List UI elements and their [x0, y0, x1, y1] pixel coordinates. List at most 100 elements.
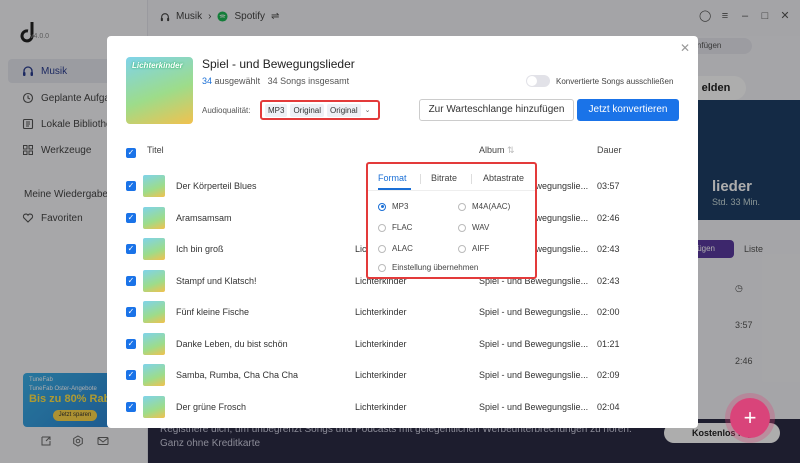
- song-count: 34 ausgewählt 34 Songs insgesamt: [202, 76, 349, 86]
- add-to-queue-button[interactable]: Zur Warteschlange hinzufügen: [419, 99, 574, 121]
- chevron-down-icon: ⌄: [364, 107, 371, 114]
- tab-divider: [420, 174, 421, 184]
- track-thumbnail: [143, 206, 165, 229]
- column-album[interactable]: Album ⇅: [479, 145, 515, 156]
- format-radio[interactable]: [458, 202, 466, 211]
- total-songs: 34 Songs insgesamt: [267, 76, 350, 86]
- format-option[interactable]: MP3: [378, 202, 408, 211]
- track-duration: 02:04: [597, 401, 620, 412]
- format-option[interactable]: WAV: [458, 223, 489, 232]
- column-title[interactable]: Titel: [147, 145, 164, 155]
- exclude-converted-toggle[interactable]: [526, 75, 550, 87]
- track-artist: Lichterkinder: [355, 307, 407, 317]
- exclude-converted-label: Konvertierte Songs ausschließen: [556, 76, 674, 86]
- audio-quality-selector[interactable]: MP3 Original Original ⌄: [260, 100, 380, 120]
- row-checkbox[interactable]: ✓: [126, 401, 136, 412]
- audio-quality-label: Audioqualität:: [202, 106, 251, 115]
- apply-all-label: Einstellung übernehmen: [392, 263, 479, 272]
- track-artist: Lichterkinder: [355, 338, 407, 349]
- selected-count: 34: [202, 76, 213, 86]
- track-thumbnail: [143, 395, 165, 418]
- row-checkbox[interactable]: ✓: [126, 338, 136, 349]
- format-value: MP3: [265, 103, 288, 117]
- sort-icon: ⇅: [507, 145, 515, 155]
- format-radio[interactable]: [458, 223, 466, 232]
- album-cover: Lichterkinder: [126, 57, 193, 124]
- close-icon[interactable]: ✕: [680, 41, 690, 55]
- track-duration: 01:21: [597, 338, 620, 349]
- apply-all-radio[interactable]: [378, 263, 386, 272]
- format-option[interactable]: AIFF: [458, 244, 489, 253]
- table-row[interactable]: ✓ Fünf kleine Fische Lichterkinder Spiel - …: [107, 296, 698, 328]
- track-artist: Lichterkinder: [355, 370, 407, 380]
- track-duration: 02:09: [597, 370, 620, 380]
- track-thumbnail: [143, 269, 165, 292]
- track-thumbnail: [143, 332, 165, 355]
- track-duration: 02:43: [597, 275, 620, 286]
- bitrate-value: Original: [290, 103, 325, 117]
- row-checkbox[interactable]: ✓: [126, 181, 136, 191]
- track-title: Der Körperteil Blues: [176, 181, 257, 191]
- tab-samplerate[interactable]: Abtastrate: [483, 173, 524, 183]
- convert-now-button[interactable]: Jetzt konvertieren: [577, 99, 679, 121]
- row-checkbox[interactable]: ✓: [126, 275, 136, 286]
- row-checkbox[interactable]: ✓: [126, 244, 136, 254]
- format-option-label: AIFF: [472, 244, 490, 253]
- format-radio[interactable]: [458, 244, 466, 253]
- format-option-label: FLAC: [392, 223, 413, 232]
- track-duration: 02:43: [597, 244, 620, 254]
- track-title: Stampf und Klatsch!: [176, 275, 257, 286]
- tab-bitrate[interactable]: Bitrate: [431, 173, 457, 183]
- convert-dialog: ✕ Lichterkinder Spiel - und Bewegungslie…: [107, 36, 698, 428]
- add-floating-icon[interactable]: +: [730, 398, 770, 438]
- format-option-label: WAV: [472, 223, 490, 232]
- column-album-label: Album: [479, 145, 505, 155]
- track-thumbnail: [143, 364, 165, 386]
- track-thumbnail: [143, 175, 165, 197]
- track-album: Spiel - und Bewegungslie...: [479, 370, 589, 380]
- track-title: Samba, Rumba, Cha Cha Cha: [176, 370, 299, 380]
- track-title: Ich bin groß: [176, 244, 224, 254]
- row-checkbox[interactable]: ✓: [126, 307, 136, 317]
- table-row[interactable]: ✓ Danke Leben, du bist schön Lichterkinder…: [107, 328, 698, 360]
- track-title: Danke Leben, du bist schön: [176, 338, 288, 349]
- track-album: Spiel - und Bewegungslie...: [479, 401, 589, 412]
- album-cover-text: Lichterkinder: [132, 61, 183, 70]
- tab-format[interactable]: Format: [378, 173, 407, 183]
- dialog-title: Spiel - und Bewegungslieder: [202, 57, 355, 71]
- format-option[interactable]: M4A(AAC): [458, 202, 510, 211]
- format-option-label: MP3: [392, 202, 409, 211]
- format-option-label: ALAC: [392, 244, 413, 253]
- track-thumbnail: [143, 301, 165, 323]
- track-title: Aramsamsam: [176, 212, 232, 223]
- samplerate-value: Original: [327, 103, 361, 117]
- tab-divider: [471, 174, 472, 184]
- track-duration: 03:57: [597, 181, 620, 191]
- apply-all-option[interactable]: Einstellung übernehmen: [378, 263, 478, 272]
- selected-label: ausgewählt: [214, 76, 261, 86]
- format-popup: Format Bitrate Abtastrate MP3 M4A(AAC) FLA…: [366, 162, 537, 279]
- tab-divider: [368, 190, 535, 191]
- track-album: Spiel - und Bewegungslie...: [479, 307, 589, 317]
- format-option-label: M4A(AAC): [472, 202, 511, 211]
- track-duration: 02:46: [597, 212, 620, 223]
- column-duration[interactable]: Dauer: [597, 145, 622, 155]
- format-radio[interactable]: [378, 244, 386, 253]
- select-all-checkbox[interactable]: ✓: [126, 148, 136, 158]
- format-radio[interactable]: [378, 223, 386, 232]
- table-row[interactable]: ✓ Samba, Rumba, Cha Cha Cha Lichterkinder S…: [107, 359, 698, 391]
- format-option[interactable]: FLAC: [378, 223, 412, 232]
- row-checkbox[interactable]: ✓: [126, 370, 136, 380]
- track-thumbnail: [143, 238, 165, 260]
- track-title: Fünf kleine Fische: [176, 307, 250, 317]
- exclude-converted-row: Konvertierte Songs ausschließen: [526, 75, 673, 87]
- track-artist: Lichterkinder: [355, 401, 407, 412]
- table-header: ✓ Titel Album ⇅ Dauer: [107, 139, 698, 163]
- table-row[interactable]: ✓ Der grüne Frosch Lichterkinder Spiel - un…: [107, 391, 698, 423]
- row-checkbox[interactable]: ✓: [126, 212, 136, 223]
- track-duration: 02:00: [597, 307, 620, 317]
- track-title: Der grüne Frosch: [176, 401, 247, 412]
- format-option[interactable]: ALAC: [378, 244, 413, 253]
- track-album: Spiel - und Bewegungslie...: [479, 338, 589, 349]
- format-radio[interactable]: [378, 202, 386, 211]
